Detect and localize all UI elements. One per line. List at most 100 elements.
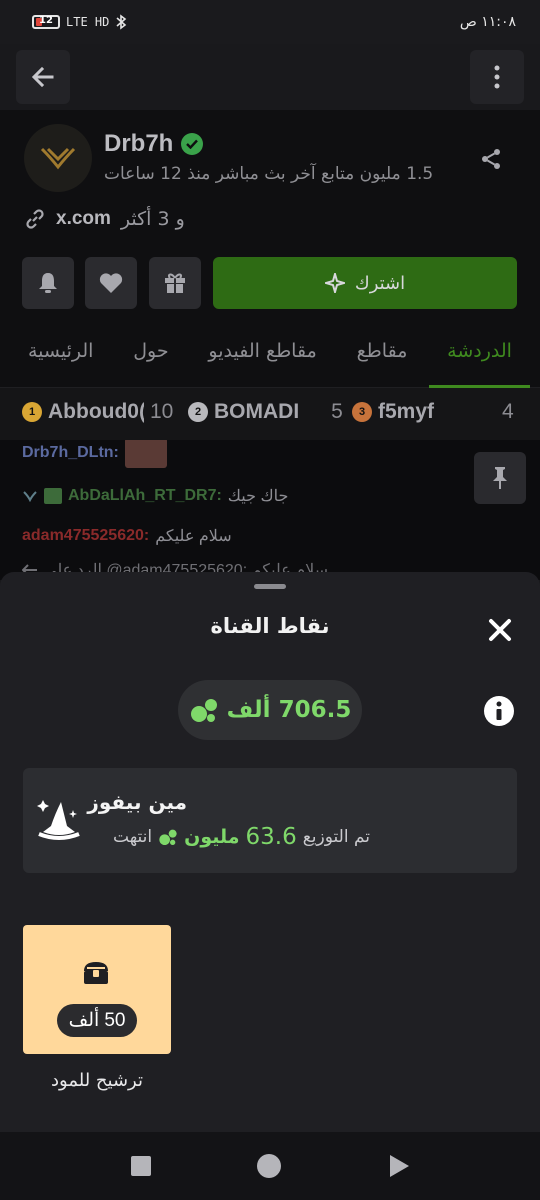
square-icon (131, 1156, 151, 1176)
status-icons: 12 LTE HD (32, 14, 127, 30)
leaderboard-entry: 2 BOMADI 5 (188, 400, 343, 424)
chat-emote (124, 440, 167, 468)
reward-cost-value: 50 (104, 1009, 126, 1031)
chat-message: adam475525620: سلام عليكم (22, 526, 232, 546)
channel-badge-icon (23, 491, 37, 502)
silver-medal-icon: 2 (188, 402, 208, 422)
close-icon (489, 619, 511, 641)
info-button[interactable] (484, 696, 514, 726)
leaderboard-score: 10 (150, 400, 174, 423)
heart-icon (99, 273, 123, 293)
bell-icon (39, 273, 57, 293)
home-button[interactable] (255, 1152, 283, 1180)
channel-points-icon (159, 829, 177, 845)
bronze-medal-icon: 3 (352, 402, 372, 422)
leaderboard-score: 5 (331, 400, 343, 423)
arrow-left-icon (31, 66, 54, 88)
subscribe-button[interactable]: اشترك (213, 257, 517, 309)
leaderboard-entry: 1 Abboud0( 10 (22, 400, 173, 424)
leaderboard-score: 4 (502, 400, 514, 423)
system-nav-bar (0, 1132, 540, 1200)
kebab-menu-icon (494, 65, 500, 89)
status-time: ١١:٠٨ ص (459, 14, 516, 30)
triangle-play-icon (390, 1155, 409, 1177)
recents-button[interactable] (127, 1152, 155, 1180)
tab-clips[interactable]: مقاطع (357, 330, 408, 387)
chat-text: سلام عليكم (155, 528, 232, 545)
status-bar: 12 LTE HD ١١:٠٨ ص (0, 0, 540, 44)
chat-text: جاك جيك (227, 488, 289, 505)
tab-videos[interactable]: مقاطع الفيديو (208, 330, 316, 387)
leaderboard-name: Abboud0( (48, 400, 144, 423)
share-icon (482, 149, 500, 169)
bluetooth-icon (116, 14, 127, 30)
reward-label: ترشيح للمود (51, 1070, 143, 1091)
share-button[interactable] (474, 142, 508, 176)
prediction-status: انتهت (113, 827, 153, 847)
tab-home[interactable]: الرئيسية (28, 330, 93, 387)
reward-card[interactable]: 50 ألف (23, 925, 171, 1054)
channel-page-background: 12 LTE HD ١١:٠٨ ص Drb7h 1.5 مليون متابع … (0, 0, 540, 580)
pin-message-button[interactable] (474, 452, 526, 504)
tab-chat[interactable]: الدردشة (429, 330, 530, 388)
back-nav-button[interactable] (385, 1152, 413, 1180)
gift-badge-icon (44, 488, 62, 504)
top-bar (0, 44, 540, 110)
points-balance: 706.5 ألف (178, 680, 362, 740)
prediction-amount: 63.6 (245, 824, 297, 850)
reward-cost: 50 ألف (57, 1004, 137, 1037)
circle-icon (257, 1154, 281, 1178)
pin-icon (493, 467, 507, 489)
chat-username[interactable]: AbDaLlAh_RT_DR7: (68, 487, 222, 505)
sheet-title: نقاط القناة (210, 614, 330, 638)
sheet-drag-handle[interactable] (254, 584, 286, 589)
leaderboard-name: f5myf (378, 400, 435, 423)
leaderboard-name: BOMADI (214, 400, 300, 423)
prediction-prefix: تم التوزيع (302, 827, 371, 847)
leaderboard-entry: 3 f5myf 4 (352, 400, 514, 424)
follow-button[interactable] (85, 257, 137, 309)
wizard-hat-icon (37, 792, 81, 842)
points-value: 706.5 (278, 697, 352, 723)
channel-link-xcom[interactable]: x.com (56, 208, 111, 230)
channel-name-text: Drb7h (104, 130, 174, 157)
reward-cost-unit: ألف (68, 1010, 100, 1031)
subscribe-label: اشترك (354, 272, 406, 294)
chat-username[interactable]: adam475525620: (22, 527, 149, 545)
verified-badge-icon (181, 133, 204, 155)
chat-message: Drb7h_DLtn: (22, 440, 167, 468)
info-icon (496, 701, 502, 720)
battery-percent: 12 (39, 15, 53, 26)
channel-logo-icon (40, 147, 76, 170)
more-links[interactable]: و 3 أكثر (121, 208, 185, 230)
gift-icon (165, 273, 185, 293)
notifications-button[interactable] (22, 257, 74, 309)
treasure-chest-icon (81, 959, 111, 987)
gift-leaderboard[interactable]: 1 Abboud0( 10 2 BOMADI 5 3 f5myf 4 (0, 388, 540, 440)
chat-username[interactable]: Drb7h_DLtn: (22, 444, 119, 462)
prediction-summary: تم التوزيع 63.6 مليون انتهت (113, 824, 370, 850)
chat-log: Drb7h_DLtn: AbDaLlAh_RT_DR7: جاك جيك ada… (0, 440, 540, 580)
channel-links: x.com و 3 أكثر (24, 208, 185, 230)
link-icon (26, 209, 44, 229)
battery-icon: 12 (32, 15, 60, 29)
close-button[interactable] (486, 616, 514, 644)
prediction-card[interactable]: مين بيفوز تم التوزيع 63.6 مليون انتهت (23, 768, 517, 873)
network-indicator: LTE HD (66, 15, 110, 29)
channel-avatar[interactable] (24, 124, 92, 192)
channel-meta: 1.5 مليون متابع آخر بث مباشر منذ 12 ساعا… (104, 164, 434, 184)
points-unit: ألف (226, 697, 271, 723)
back-button[interactable] (16, 50, 70, 104)
channel-name: Drb7h (104, 130, 204, 158)
more-options-button[interactable] (470, 50, 524, 104)
gift-button[interactable] (149, 257, 201, 309)
channel-points-sheet: نقاط القناة 706.5 ألف مين بيفوز تم التوز… (0, 572, 540, 1132)
channel-tabs: الدردشة مقاطع مقاطع الفيديو حول الرئيسية (0, 330, 540, 388)
prediction-unit: مليون (184, 826, 240, 848)
sparkle-icon (324, 273, 345, 293)
channel-points-icon (190, 699, 217, 722)
channel-actions: اشترك (22, 257, 518, 309)
prediction-title: مين بيفوز (87, 790, 187, 814)
tab-about[interactable]: حول (133, 330, 168, 387)
chat-message: AbDaLlAh_RT_DR7: جاك جيك (22, 486, 288, 506)
